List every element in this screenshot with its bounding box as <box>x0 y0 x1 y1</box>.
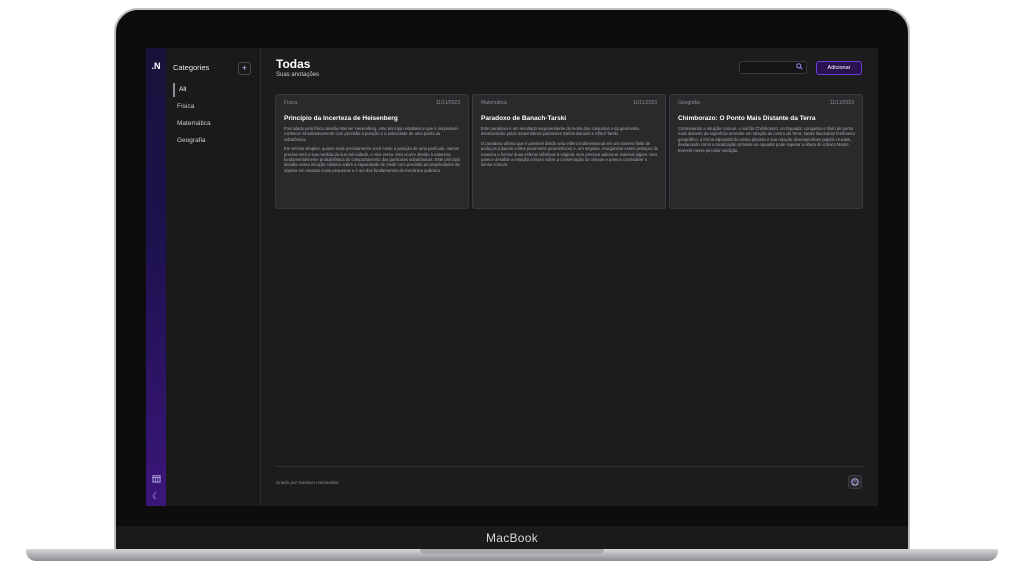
search-input[interactable] <box>739 61 807 74</box>
note-date: 11/11/2023 <box>632 100 657 106</box>
main-content: Todas Suas anotações Adicionar Física 11… <box>261 48 878 506</box>
note-title: Chimborazo: O Ponto Mais Distante da Ter… <box>678 115 816 122</box>
note-category: Matemática <box>481 100 507 106</box>
note-card[interactable]: Física 11/11/2023 Princípio da Incerteza… <box>275 94 469 209</box>
note-paragraph: Formulado pelo físico alemão Werner Heis… <box>284 126 458 142</box>
app-logo[interactable]: .N <box>146 61 166 71</box>
footer-credit: Criado por Gustavo Hernandes. <box>276 480 340 485</box>
note-paragraph: Em termos simples, quanto mais precisame… <box>284 146 461 173</box>
category-item-fisica[interactable]: Física <box>173 100 253 114</box>
moon-icon[interactable]: ☾ <box>149 489 163 503</box>
note-paragraph: Contrariando a intuição comum, o vulcão … <box>678 126 855 153</box>
note-card[interactable]: Matemática 11/11/2023 Paradoxo de Banach… <box>472 94 666 209</box>
app-screen: .N ☾ Categories + All Física Matemática … <box>146 48 878 506</box>
note-date: 11/11/2023 <box>435 100 460 106</box>
note-category: Geografia <box>678 100 700 106</box>
category-item-all[interactable]: All <box>173 83 253 97</box>
note-paragraph: Este paradoxo é um resultado surpreenden… <box>481 126 640 137</box>
category-item-matematica[interactable]: Matemática <box>173 117 253 131</box>
note-body: Formulado pelo físico alemão Werner Heis… <box>284 126 462 206</box>
note-body: Este paradoxo é um resultado surpreenden… <box>481 126 659 206</box>
note-category: Física <box>284 100 298 106</box>
icon-rail: .N ☾ <box>146 48 166 506</box>
page-title: Todas <box>276 57 311 71</box>
search-icon[interactable] <box>796 63 803 72</box>
categories-title: Categories <box>173 63 210 72</box>
note-title: Paradoxo de Banach-Tarski <box>481 115 567 122</box>
footer-divider <box>275 466 864 467</box>
add-category-button[interactable]: + <box>238 62 251 75</box>
github-icon[interactable] <box>848 475 862 489</box>
category-item-geografia[interactable]: Geografia <box>173 134 253 148</box>
calendar-icon[interactable] <box>149 472 163 486</box>
note-card[interactable]: Geografia 11/11/2023 Chimborazo: O Ponto… <box>669 94 863 209</box>
add-note-button[interactable]: Adicionar <box>816 61 862 75</box>
screenshot-stage: MacBook .N ☾ Categories + All Física Mat… <box>0 0 1024 576</box>
laptop-notch <box>420 549 604 554</box>
categories-panel: Categories + All Física Matemática Geogr… <box>166 48 261 506</box>
note-body: Contrariando a intuição comum, o vulcão … <box>678 126 856 206</box>
laptop-brand: MacBook <box>485 531 539 545</box>
note-date: 11/11/2023 <box>829 100 854 106</box>
note-title: Princípio da Incerteza de Heisenberg <box>284 115 398 122</box>
page-subtitle: Suas anotações <box>276 72 320 78</box>
note-paragraph: O paradoxo afirma que é possível dividir… <box>481 140 659 168</box>
